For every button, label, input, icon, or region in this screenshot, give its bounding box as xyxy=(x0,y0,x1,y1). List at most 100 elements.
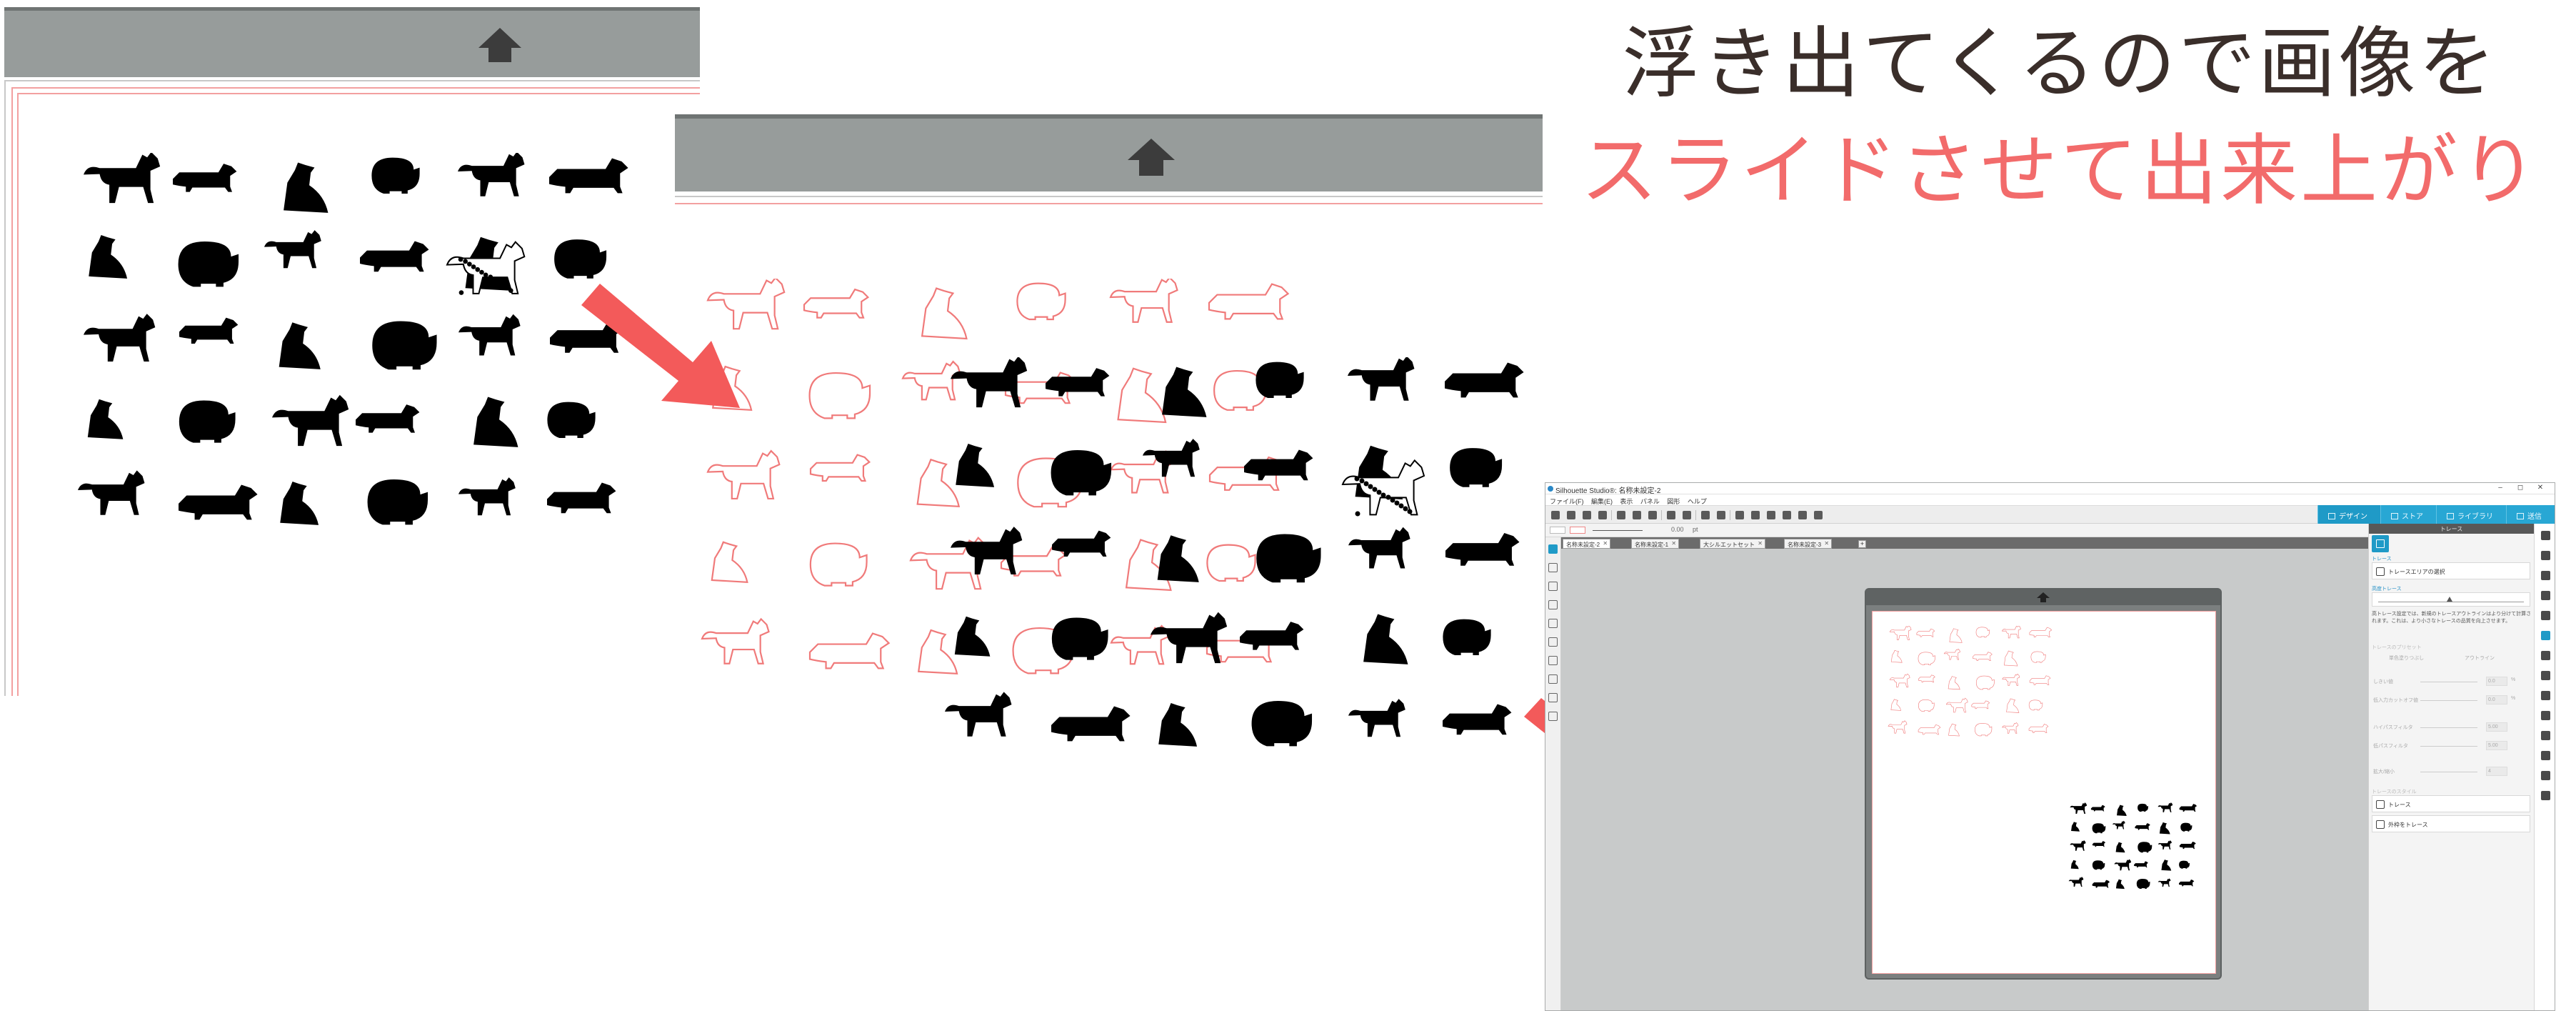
ellipse-tool-icon[interactable] xyxy=(1548,619,1558,628)
tab-design[interactable]: デザイン xyxy=(2317,505,2380,524)
doc-tab-2[interactable]: 名称未設定-1 ✕ xyxy=(1631,539,1680,549)
paste-icon[interactable] xyxy=(1648,511,1657,519)
add-page-icon[interactable] xyxy=(1814,511,1823,519)
trace-setting-row[interactable]: しきい値 0.0% xyxy=(2372,675,2530,688)
close-icon[interactable]: ✕ xyxy=(1758,540,1763,547)
dog-silhouette xyxy=(1918,724,1941,735)
up-arrow-icon[interactable] xyxy=(476,25,524,66)
dog-silhouette xyxy=(554,239,607,279)
offset-icon[interactable] xyxy=(2541,711,2550,720)
stroke-width-value[interactable]: 0.00 xyxy=(1671,526,1684,533)
maximize-button[interactable]: ◻ xyxy=(2510,484,2530,492)
dog-silhouette xyxy=(2157,802,2173,812)
dog-silhouette xyxy=(1888,720,1908,734)
tab-store[interactable]: ストア xyxy=(2380,505,2436,524)
up-arrow-icon[interactable] xyxy=(2036,592,2050,603)
dog-silhouette xyxy=(1051,706,1131,742)
fill-color-swatch[interactable] xyxy=(1550,527,1565,534)
dog-silhouette xyxy=(1916,628,1935,637)
trace-setting-row[interactable]: ハイパスフィルタ 5.00 xyxy=(2372,721,2530,734)
tab-library[interactable]: ライブラリ xyxy=(2436,505,2506,524)
close-button[interactable]: ✕ xyxy=(2530,484,2550,492)
page-setup-icon[interactable] xyxy=(2541,531,2550,540)
dog-silhouette xyxy=(1889,673,1910,688)
replicate-icon[interactable] xyxy=(2541,691,2550,700)
trace-button[interactable]: トレース xyxy=(2372,795,2530,812)
dog-silhouette xyxy=(706,449,781,500)
dog-silhouette xyxy=(1943,648,1960,660)
dalmatian-spot xyxy=(467,262,472,267)
doc-tab-4[interactable]: 名称未設定-3 ✕ xyxy=(1784,539,1833,549)
grid-icon[interactable] xyxy=(2541,551,2550,560)
line-color-swatch[interactable] xyxy=(1570,527,1585,534)
save-icon[interactable] xyxy=(1583,511,1591,519)
print-icon[interactable] xyxy=(1598,511,1607,519)
single-color-fill-button[interactable]: 単色塗りつぶし xyxy=(2389,654,2424,662)
mat-scroll-bar[interactable] xyxy=(1866,589,2220,605)
doc-tab-1[interactable]: 名称未設定-2 ✕ xyxy=(1563,539,1611,549)
outline-button[interactable]: アウトライン xyxy=(2465,654,2495,662)
trace-setting-row[interactable]: 低パスフィルタ 5.00 xyxy=(2372,739,2530,752)
zoom-out-icon[interactable] xyxy=(1751,511,1760,519)
dog-silhouette xyxy=(1208,283,1290,320)
rectangle-tool-icon[interactable] xyxy=(1548,600,1558,609)
mat-scroll-bar[interactable] xyxy=(4,7,700,77)
up-arrow-icon[interactable] xyxy=(1125,136,1178,180)
hand-icon[interactable] xyxy=(1798,511,1807,519)
text-tool-icon[interactable] xyxy=(1548,674,1558,684)
new-icon[interactable] xyxy=(1551,511,1560,519)
dog-silhouette xyxy=(2180,822,2192,832)
modify-icon[interactable] xyxy=(2541,731,2550,740)
dog-silhouette xyxy=(1046,368,1110,397)
undo-icon[interactable] xyxy=(1667,511,1675,519)
open-icon[interactable] xyxy=(1567,511,1575,519)
dog-silhouette xyxy=(2135,823,2150,830)
tab-send[interactable]: 送信 xyxy=(2506,505,2555,524)
zoom-fit-icon[interactable] xyxy=(1767,511,1775,519)
settings-icon[interactable] xyxy=(2541,791,2550,800)
transform-icon[interactable] xyxy=(2541,651,2550,660)
favorites-icon[interactable] xyxy=(2541,771,2550,780)
align-icon[interactable] xyxy=(2541,611,2550,620)
select-trace-area-button[interactable]: トレースエリアの選択 xyxy=(2372,562,2530,579)
design-canvas[interactable] xyxy=(1561,549,2368,1010)
close-icon[interactable]: ✕ xyxy=(1824,540,1829,547)
mat-scroll-bar[interactable] xyxy=(675,114,1543,191)
library-icon[interactable] xyxy=(2541,751,2550,760)
knife-tool-icon[interactable] xyxy=(1548,712,1558,721)
select-tool-icon[interactable] xyxy=(1548,544,1558,554)
trace-setting-row[interactable]: 拡大/縮小 4 xyxy=(2372,765,2530,778)
line-style-select[interactable] xyxy=(1593,530,1643,531)
close-icon[interactable]: ✕ xyxy=(1603,540,1608,547)
trace-icon[interactable] xyxy=(2541,631,2550,640)
fill-icon[interactable] xyxy=(2541,571,2550,580)
group-icon[interactable] xyxy=(1701,511,1710,519)
line-tool-icon[interactable] xyxy=(1548,582,1558,591)
dog-silhouette xyxy=(360,241,429,272)
dog-silhouette xyxy=(2117,805,2127,817)
dog-silhouette xyxy=(2138,842,2152,853)
close-icon[interactable]: ✕ xyxy=(1671,540,1676,547)
screenshot-panel-sliding xyxy=(675,114,1543,800)
eraser-tool-icon[interactable] xyxy=(1548,693,1558,702)
move-down-icon[interactable] xyxy=(1783,511,1791,519)
minimize-button[interactable]: – xyxy=(2490,484,2510,492)
zoom-in-icon[interactable] xyxy=(1735,511,1744,519)
cut-icon[interactable] xyxy=(1617,511,1625,519)
dog-silhouette xyxy=(2002,673,2020,686)
trace-tab-icon[interactable] xyxy=(2372,535,2389,552)
copy-icon[interactable] xyxy=(1633,511,1641,519)
redo-icon[interactable] xyxy=(1683,511,1691,519)
doc-tab-3[interactable]: 大シルエットセット ✕ xyxy=(1700,539,1765,549)
text-style-icon[interactable] xyxy=(2541,671,2550,680)
trace-outer-edge-button[interactable]: 外枠をトレース xyxy=(2372,815,2530,832)
trace-setting-row[interactable]: 低入力カットオフ値 0.0% xyxy=(2372,694,2530,707)
node-tool-icon[interactable] xyxy=(1548,563,1558,572)
add-tab-button[interactable]: + xyxy=(1858,540,1866,548)
slider-thumb[interactable] xyxy=(2447,597,2452,602)
ungroup-icon[interactable] xyxy=(1717,511,1725,519)
line-style-icon[interactable] xyxy=(2541,591,2550,600)
pencil-tool-icon[interactable] xyxy=(1548,656,1558,665)
threshold-slider[interactable] xyxy=(2372,592,2530,607)
polygon-tool-icon[interactable] xyxy=(1548,637,1558,647)
